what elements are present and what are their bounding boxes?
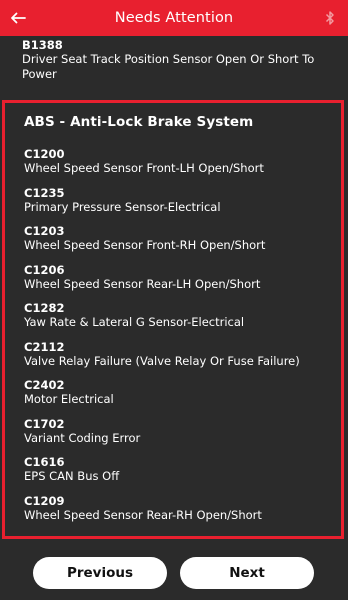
dtc-item: C1616 EPS CAN Bus Off [24, 455, 342, 494]
dtc-code: C1282 [24, 301, 65, 315]
dtc-item: C1206 Wheel Speed Sensor Rear-LH Open/Sh… [24, 263, 342, 302]
dtc-item: C2112 Valve Relay Failure (Valve Relay O… [24, 340, 342, 379]
bluetooth-status[interactable] [324, 9, 336, 27]
dtc-description: Driver Seat Track Position Sensor Open O… [22, 52, 315, 81]
dtc-description: Wheel Speed Sensor Rear-LH Open/Short [24, 276, 261, 291]
dtc-code: B1388 [22, 38, 63, 52]
dtc-item: C1702 Variant Coding Error [24, 417, 342, 456]
dtc-list: C1200 Wheel Speed Sensor Front-LH Open/S… [24, 147, 342, 532]
dtc-item: C2402 Motor Electrical [24, 378, 342, 417]
page-title: Needs Attention [114, 10, 234, 26]
dtc-code: C1206 [24, 262, 65, 277]
dtc-description: Wheel Speed Sensor Front-LH Open/Short [24, 161, 264, 175]
dtc-item: C1282 Yaw Rate & Lateral G Sensor-Electr… [24, 301, 342, 340]
dtc-item: C1209 Wheel Speed Sensor Rear-RH Open/Sh… [24, 494, 342, 533]
dtc-item: C1235 Primary Pressure Sensor-Electrical [24, 186, 342, 225]
dtc-description: Primary Pressure Sensor-Electrical [24, 199, 221, 214]
bluetooth-icon [325, 11, 334, 25]
system-title: ABS - Anti-Lock Brake System [24, 114, 254, 130]
dtc-description: Wheel Speed Sensor Rear-RH Open/Short [24, 507, 262, 522]
dtc-item: C1200 Wheel Speed Sensor Front-LH Open/S… [24, 147, 342, 186]
dtc-code: C2112 [24, 339, 65, 354]
dtc-code: C1209 [24, 493, 65, 508]
dtc-description: Motor Electrical [24, 392, 114, 406]
dtc-description: Yaw Rate & Lateral G Sensor-Electrical [24, 315, 245, 329]
dtc-description: Valve Relay Failure (Valve Relay Or Fuse… [24, 353, 300, 368]
dtc-code: C2402 [24, 378, 65, 392]
footer-nav: Previous Next [0, 539, 348, 600]
next-button[interactable]: Next [180, 557, 314, 589]
dtc-description: Variant Coding Error [24, 430, 141, 445]
dtc-code: C1203 [24, 224, 65, 238]
previous-dtc-item: B1388 Driver Seat Track Position Sensor … [22, 38, 340, 82]
back-button[interactable] [6, 6, 30, 30]
app-header: Needs Attention [0, 0, 348, 36]
dtc-code: C1702 [24, 416, 65, 431]
dtc-code: C1616 [24, 455, 65, 469]
previous-button[interactable]: Previous [33, 557, 167, 589]
system-panel-abs: ABS - Anti-Lock Brake System C1200 Wheel… [2, 100, 344, 539]
dtc-code: C1200 [24, 147, 65, 161]
arrow-left-icon [11, 12, 26, 24]
dtc-code: C1235 [24, 185, 65, 200]
dtc-description: Wheel Speed Sensor Front-RH Open/Short [24, 238, 266, 252]
dtc-description: EPS CAN Bus Off [24, 469, 120, 483]
dtc-item: C1203 Wheel Speed Sensor Front-RH Open/S… [24, 224, 342, 263]
